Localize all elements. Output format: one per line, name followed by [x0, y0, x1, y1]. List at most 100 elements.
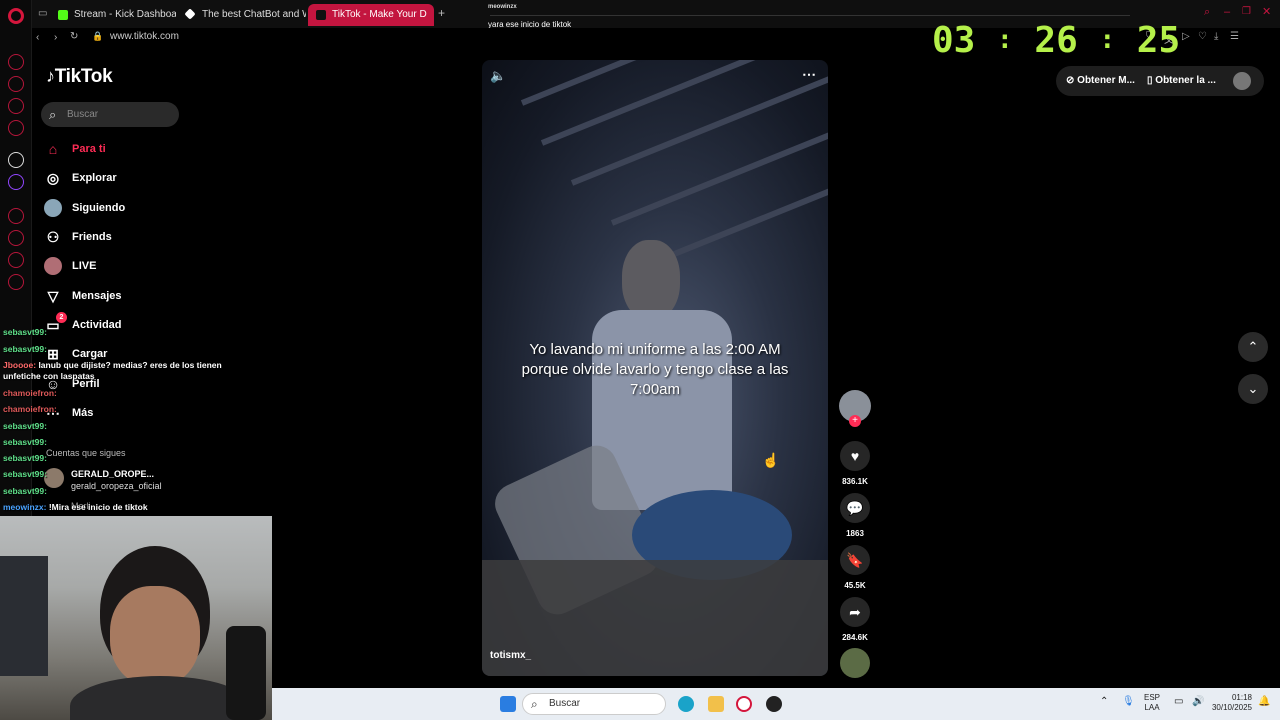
- tab-tiktok[interactable]: TikTok - Make Your D: [308, 4, 434, 26]
- back-icon[interactable]: ‹: [36, 32, 39, 43]
- settings-icon[interactable]: [8, 274, 24, 290]
- comment-button[interactable]: 💬: [840, 493, 870, 523]
- kick-icon[interactable]: [8, 152, 24, 168]
- volume-icon[interactable]: 🔈: [490, 68, 506, 84]
- next-video-button[interactable]: ⌄: [1238, 374, 1268, 404]
- opera-logo-icon[interactable]: [8, 8, 24, 24]
- comment-count: 1863: [846, 529, 864, 538]
- get-app-button[interactable]: ▯ Obtener la ...: [1147, 70, 1216, 92]
- following-name[interactable]: GERALD_OROPE...: [71, 469, 154, 479]
- tiktok-logo[interactable]: ♪TikTok: [46, 66, 113, 88]
- nav-label: Mensajes: [72, 290, 122, 302]
- nav-siguiendo[interactable]: Siguiendo: [44, 197, 125, 219]
- more-options-icon[interactable]: ⋯: [802, 66, 816, 83]
- shelf: [0, 556, 48, 676]
- person-shirt: [70, 676, 250, 720]
- forward-icon[interactable]: ›: [54, 32, 57, 43]
- nav-label: Para ti: [72, 143, 106, 155]
- aria-icon[interactable]: [8, 54, 24, 70]
- tab-kick[interactable]: Stream - Kick Dashboard: [50, 4, 176, 26]
- search-icon: ⌕: [531, 697, 538, 711]
- bookmark-icon: 🔖: [846, 552, 864, 568]
- menu-icon[interactable]: ☰: [1230, 31, 1239, 42]
- url-field[interactable]: www.tiktok.com: [110, 31, 179, 42]
- chat-message: unfetiche con laspatas: [3, 371, 95, 381]
- nav-label: Actividad: [72, 319, 122, 331]
- person-face: [110, 586, 200, 686]
- prev-video-button[interactable]: ⌃: [1238, 332, 1268, 362]
- edge-icon[interactable]: [678, 696, 694, 712]
- bag-icon[interactable]: [8, 76, 24, 92]
- nav-para-ti[interactable]: ⌂ Para ti: [44, 138, 106, 160]
- save-button[interactable]: 🔖: [840, 545, 870, 575]
- taskbar: ⌕ Buscar ⌃ 🎙 ESP LAA ▭ 🔊 01:18 30/10/202…: [272, 688, 1280, 720]
- heart-icon[interactable]: ♡: [1198, 31, 1207, 42]
- video-player[interactable]: 🔈 ⋯ Yo lavando mi uniforme a las 2:00 AM…: [482, 60, 828, 676]
- pill-label: Obtener la ...: [1155, 75, 1216, 86]
- close-button[interactable]: ✕: [1262, 5, 1271, 18]
- tabs-menu-icon[interactable]: ▭: [38, 8, 47, 19]
- nav-actividad[interactable]: ▭ 2 Actividad: [44, 312, 122, 336]
- video-caption: Yo lavando mi uniforme a las 2:00 AM por…: [521, 341, 789, 398]
- roof-beam: [540, 60, 822, 146]
- send-icon: ▽: [47, 288, 59, 304]
- notifications-icon[interactable]: 🔔: [1258, 696, 1270, 707]
- file-explorer-icon[interactable]: [708, 696, 724, 712]
- nav-live[interactable]: LIVE: [44, 255, 96, 277]
- opera-taskbar-icon[interactable]: [736, 696, 752, 712]
- roof-beam: [520, 60, 802, 106]
- nav-mensajes[interactable]: ▽ Mensajes: [44, 285, 122, 307]
- chat-text: !Mira ese inicio de tiktok: [48, 502, 148, 512]
- get-coins-button[interactable]: ⊘ Obtener M...: [1066, 70, 1135, 92]
- reload-icon[interactable]: ↻: [70, 31, 78, 42]
- chat-notify-user: meowinzx: [488, 4, 517, 10]
- chat-text: lanub que dijiste? medias? eres de los t…: [38, 360, 222, 370]
- windows-start-icon[interactable]: [500, 696, 516, 712]
- search-input[interactable]: ⌕ Buscar: [41, 102, 179, 127]
- play-icon[interactable]: ▷: [1182, 31, 1190, 42]
- restore-button[interactable]: ❐: [1242, 6, 1251, 17]
- taskbar-search[interactable]: ⌕ Buscar: [522, 693, 666, 715]
- messenger-icon[interactable]: [8, 120, 24, 136]
- video-author[interactable]: totismx_: [490, 650, 531, 661]
- nav-label: LIVE: [72, 260, 97, 272]
- chevron-up-icon[interactable]: ⌃: [1100, 696, 1108, 707]
- nav-friends[interactable]: ⚇ Friends: [44, 226, 112, 248]
- share-button[interactable]: ➦: [840, 597, 870, 627]
- chat-icon[interactable]: [8, 98, 24, 114]
- tab-label: Stream - Kick Dashboard: [74, 9, 176, 20]
- language-indicator[interactable]: ESP LAA: [1144, 693, 1160, 713]
- ground: [482, 560, 828, 676]
- timer-hours: 03: [932, 20, 976, 61]
- microphone-icon[interactable]: 🎙: [1122, 696, 1135, 707]
- nav-label: Más: [72, 407, 94, 419]
- lock-icon: 🔒: [92, 31, 104, 41]
- chat-message: chamoiefron:: [3, 388, 57, 398]
- compass-icon: ◎: [46, 170, 60, 186]
- app-icon[interactable]: [766, 696, 782, 712]
- clock-icon[interactable]: [8, 230, 24, 246]
- clock[interactable]: 01:18 30/10/2025: [1206, 693, 1252, 713]
- timer-minutes: 26: [1034, 20, 1078, 61]
- heart-icon[interactable]: [8, 252, 24, 268]
- search-icon[interactable]: ⌕: [1204, 6, 1210, 19]
- download-icon[interactable]: ⤓: [1214, 31, 1218, 42]
- avatar-icon: [44, 199, 62, 217]
- play-icon[interactable]: [8, 208, 24, 224]
- volume-icon[interactable]: 🔊: [1192, 696, 1204, 707]
- chat-message: chamoiefron:: [3, 404, 57, 414]
- follow-button[interactable]: +: [849, 415, 861, 427]
- minimize-button[interactable]: –: [1224, 6, 1230, 18]
- chat-message: sebasvt99:: [3, 486, 47, 496]
- twitch-icon[interactable]: [8, 174, 24, 190]
- like-button[interactable]: ♥: [840, 441, 870, 471]
- new-tab-button[interactable]: +: [438, 6, 445, 20]
- tab-chatbot[interactable]: The best ChatBot and W: [178, 4, 306, 26]
- home-icon: ⌂: [48, 141, 58, 157]
- network-icon[interactable]: ▭: [1174, 696, 1183, 707]
- nav-explorar[interactable]: ◎ Explorar: [44, 167, 117, 189]
- user-avatar[interactable]: [1233, 72, 1251, 90]
- chat-user: sebasvt99:: [3, 486, 47, 496]
- following-avatar[interactable]: [44, 468, 64, 488]
- sound-disc[interactable]: [840, 648, 870, 678]
